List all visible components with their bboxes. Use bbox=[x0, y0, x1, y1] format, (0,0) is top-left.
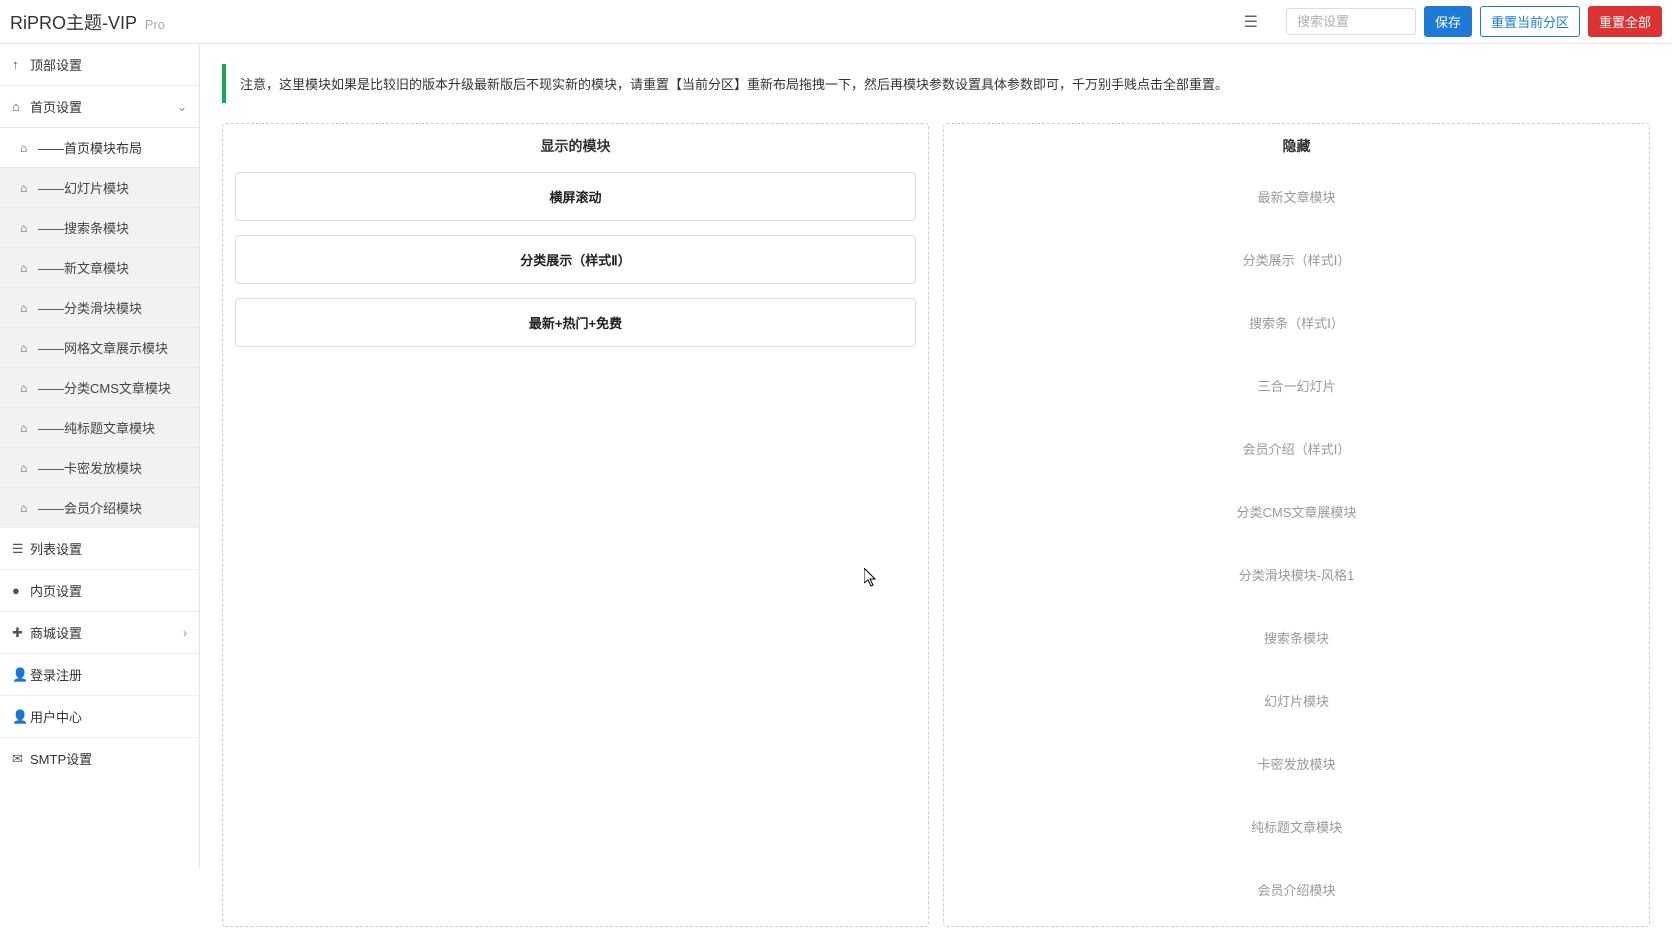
notice-box: 注意，这里模块如果是比较旧的版本升级最新版后不现实新的模块，请重置【当前分区】重… bbox=[222, 64, 1650, 103]
expand-icon[interactable]: ☰ bbox=[1244, 12, 1258, 32]
module-item[interactable]: 三合一幻灯片 bbox=[956, 361, 1637, 410]
mail-icon: ✉ bbox=[12, 751, 30, 767]
chevron-down-icon: ⌄ bbox=[177, 100, 187, 114]
reset-section-button[interactable]: 重置当前分区 bbox=[1480, 6, 1580, 37]
main-content: 注意，这里模块如果是比较旧的版本升级最新版后不现实新的模块，请重置【当前分区】重… bbox=[200, 0, 1672, 947]
disabled-column[interactable]: 隐藏 最新文章模块 分类展示（样式Ⅰ） 搜索条（样式Ⅰ） 三合一幻灯片 会员介绍… bbox=[943, 123, 1650, 927]
home-icon: ⌂ bbox=[20, 301, 38, 315]
arrow-up-icon: ↑ bbox=[12, 57, 30, 72]
module-item[interactable]: 卡密发放模块 bbox=[956, 739, 1637, 788]
brand-suffix: Pro bbox=[145, 17, 165, 32]
sidebar-item-inner[interactable]: ● 内页设置 bbox=[0, 569, 199, 611]
home-icon: ⌂ bbox=[20, 381, 38, 395]
sidebar-sub-label: ——搜索条模块 bbox=[38, 218, 129, 237]
module-item[interactable]: 会员介绍（样式Ⅰ） bbox=[956, 424, 1637, 473]
home-icon: ⌂ bbox=[20, 341, 38, 355]
sidebar-item-home[interactable]: ⌂ 首页设置 ⌄ bbox=[0, 85, 199, 127]
home-icon: ⌂ bbox=[20, 181, 38, 195]
header-right: ☰ 保存 重置当前分区 重置全部 bbox=[1244, 6, 1662, 37]
sidebar-sub-label: ——卡密发放模块 bbox=[38, 458, 142, 477]
save-button[interactable]: 保存 bbox=[1424, 6, 1472, 37]
chevron-right-icon: › bbox=[183, 626, 187, 640]
sidebar-item-label: SMTP设置 bbox=[30, 749, 92, 768]
sidebar-item-label: 用户中心 bbox=[30, 707, 82, 726]
module-item[interactable]: 幻灯片模块 bbox=[956, 676, 1637, 725]
sortable-wrap: 显示的模块 横屏滚动 分类展示（样式Ⅱ） 最新+热门+免费 隐藏 最新文章模块 … bbox=[222, 123, 1650, 927]
sidebar-sub-label: ——纯标题文章模块 bbox=[38, 418, 155, 437]
list-icon: ☰ bbox=[12, 541, 30, 557]
brand-text: RiPRO主题-VIP bbox=[10, 13, 137, 33]
module-item[interactable]: 搜索条（样式Ⅰ） bbox=[956, 298, 1637, 347]
sidebar-sub-label: ——首页模块布局 bbox=[38, 138, 142, 157]
content-area: 注意，这里模块如果是比较旧的版本升级最新版后不现实新的模块，请重置【当前分区】重… bbox=[200, 44, 1672, 947]
sidebar-item-label: 顶部设置 bbox=[30, 55, 82, 74]
module-item[interactable]: 分类CMS文章展模块 bbox=[956, 487, 1637, 536]
enabled-column[interactable]: 显示的模块 横屏滚动 分类展示（样式Ⅱ） 最新+热门+免费 bbox=[222, 123, 929, 927]
sidebar-item-smtp[interactable]: ✉ SMTP设置 bbox=[0, 737, 199, 779]
sidebar-sub-new-articles[interactable]: ⌂ ——新文章模块 bbox=[0, 247, 199, 287]
sidebar-sub-member-intro[interactable]: ⌂ ——会员介绍模块 bbox=[0, 487, 199, 527]
sidebar-item-label: 登录注册 bbox=[30, 665, 82, 684]
sidebar-item-label: 商城设置 bbox=[30, 623, 82, 642]
module-item[interactable]: 最新文章模块 bbox=[956, 172, 1637, 221]
sidebar-sub-layout[interactable]: ⌂ ——首页模块布局 bbox=[0, 127, 199, 167]
sidebar-sub-label: ——幻灯片模块 bbox=[38, 178, 129, 197]
sidebar-sub-searchbar[interactable]: ⌂ ——搜索条模块 bbox=[0, 207, 199, 247]
sidebar-sub-title-articles[interactable]: ⌂ ——纯标题文章模块 bbox=[0, 407, 199, 447]
reset-all-button[interactable]: 重置全部 bbox=[1588, 6, 1662, 37]
home-icon: ⌂ bbox=[20, 461, 38, 475]
home-icon: ⌂ bbox=[20, 501, 38, 515]
sidebar-home-subnav: ⌂ ——首页模块布局 ⌂ ——幻灯片模块 ⌂ ——搜索条模块 ⌂ ——新文章模块… bbox=[0, 127, 199, 527]
module-item[interactable]: 搜索条模块 bbox=[956, 613, 1637, 662]
module-item[interactable]: 分类滑块模块-风格1 bbox=[956, 550, 1637, 599]
module-item[interactable]: 最新+热门+免费 bbox=[235, 298, 916, 347]
sidebar-sub-cms-articles[interactable]: ⌂ ——分类CMS文章模块 bbox=[0, 367, 199, 407]
sidebar-nav: ↑ 顶部设置 ⌂ 首页设置 ⌄ ⌂ ——首页模块布局 ⌂ ——幻灯片模块 ⌂ —… bbox=[0, 44, 199, 779]
plus-circle-icon: ✚ bbox=[12, 625, 30, 641]
module-item[interactable]: 横屏滚动 bbox=[235, 172, 916, 221]
home-icon: ⌂ bbox=[20, 141, 38, 155]
sidebar-sub-label: ——会员介绍模块 bbox=[38, 498, 142, 517]
sidebar-sub-label: ——分类CMS文章模块 bbox=[38, 378, 171, 397]
sidebar-sub-slideshow[interactable]: ⌂ ——幻灯片模块 bbox=[0, 167, 199, 207]
module-item[interactable]: 分类展示（样式Ⅱ） bbox=[235, 235, 916, 284]
sidebar-sub-label: ——分类滑块模块 bbox=[38, 298, 142, 317]
sidebar-sub-grid-articles[interactable]: ⌂ ——网格文章展示模块 bbox=[0, 327, 199, 367]
sidebar-item-login[interactable]: 👤 登录注册 bbox=[0, 653, 199, 695]
sidebar-item-top[interactable]: ↑ 顶部设置 bbox=[0, 44, 199, 85]
search-input[interactable] bbox=[1286, 8, 1416, 35]
home-icon: ⌂ bbox=[20, 221, 38, 235]
sidebar-item-label: 内页设置 bbox=[30, 581, 82, 600]
home-icon: ⌂ bbox=[12, 99, 30, 114]
user-icon: 👤 bbox=[12, 709, 30, 725]
sidebar-sub-category-slider[interactable]: ⌂ ——分类滑块模块 bbox=[0, 287, 199, 327]
user-icon: 👤 bbox=[12, 667, 30, 683]
sidebar-item-store[interactable]: ✚ 商城设置 › bbox=[0, 611, 199, 653]
enabled-title: 显示的模块 bbox=[235, 136, 916, 156]
sidebar-sub-label: ——网格文章展示模块 bbox=[38, 338, 168, 357]
sidebar: ↑ 顶部设置 ⌂ 首页设置 ⌄ ⌂ ——首页模块布局 ⌂ ——幻灯片模块 ⌂ —… bbox=[0, 44, 200, 869]
brand-title: RiPRO主题-VIP Pro bbox=[10, 9, 165, 35]
sidebar-item-label: 列表设置 bbox=[30, 539, 82, 558]
home-icon: ⌂ bbox=[20, 261, 38, 275]
module-item[interactable]: 分类展示（样式Ⅰ） bbox=[956, 235, 1637, 284]
sidebar-sub-card-key[interactable]: ⌂ ——卡密发放模块 bbox=[0, 447, 199, 487]
sidebar-sub-label: ——新文章模块 bbox=[38, 258, 129, 277]
disabled-title: 隐藏 bbox=[956, 136, 1637, 156]
circle-icon: ● bbox=[12, 583, 30, 598]
home-icon: ⌂ bbox=[20, 421, 38, 435]
module-item[interactable]: 纯标题文章模块 bbox=[956, 802, 1637, 851]
sidebar-item-list[interactable]: ☰ 列表设置 bbox=[0, 527, 199, 569]
header-bar: RiPRO主题-VIP Pro ☰ 保存 重置当前分区 重置全部 bbox=[0, 0, 1672, 44]
module-item[interactable]: 会员介绍模块 bbox=[956, 865, 1637, 914]
sidebar-item-user[interactable]: 👤 用户中心 bbox=[0, 695, 199, 737]
sidebar-item-label: 首页设置 bbox=[30, 97, 82, 116]
